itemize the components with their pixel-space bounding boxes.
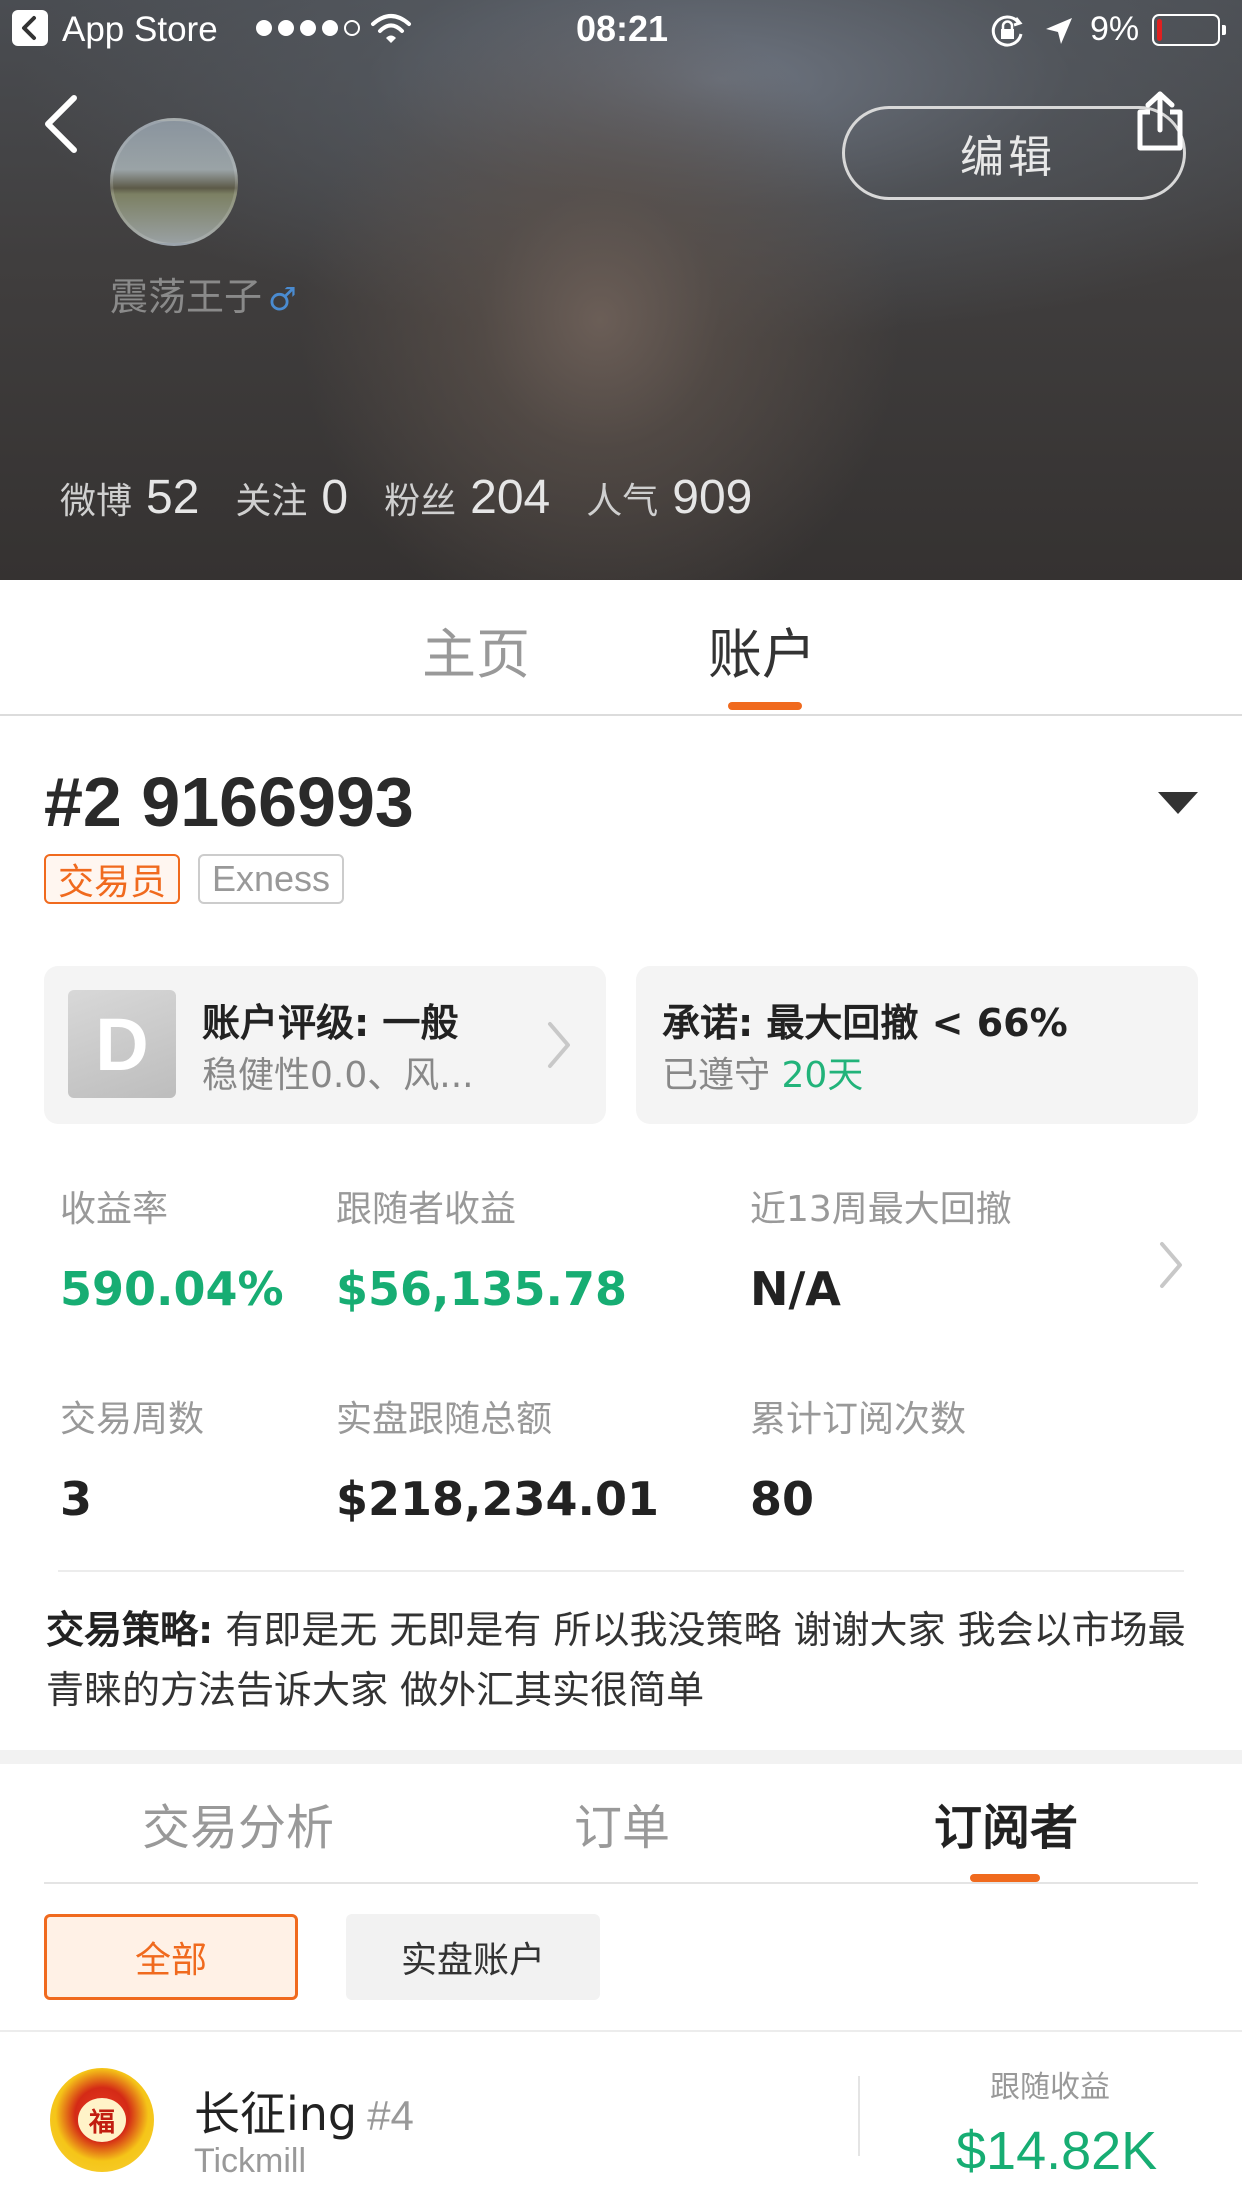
trader-badge: 交易员 [44, 854, 181, 904]
account-number: #2 9166993 [44, 763, 414, 841]
chevron-right-icon[interactable] [1156, 1238, 1186, 1292]
metric-value: 3 [60, 1472, 93, 1526]
metric-total-follow-amount: 实盘跟随总额 $218,234.01 [336, 1390, 659, 1526]
strategy-label: 交易策略: [46, 1608, 214, 1652]
filter-real-account-button[interactable]: 实盘账户 [346, 1914, 600, 2000]
section-divider [58, 1570, 1184, 1572]
promise-title: 承诺: 最大回撤 < 66% [662, 1001, 1068, 1045]
vertical-divider [858, 2076, 860, 2156]
subscriber-name: 长征ing #4 [194, 2078, 414, 2144]
tab-subscribers[interactable]: 订阅者 [934, 1788, 1078, 1858]
strategy-text: 有即是无 无即是有 所以我没策略 谢谢大家 我会以市场最青睐的方法告诉大家 做外… [46, 1608, 1186, 1712]
metric-value: 590.04% [60, 1262, 284, 1316]
stat-following[interactable]: 关注 0 [235, 470, 348, 525]
stat-label: 微博 [60, 481, 133, 522]
section-separator [0, 1750, 1242, 1764]
subscriber-name-text: 长征ing [194, 2087, 358, 2141]
stat-weibo[interactable]: 微博 52 [60, 470, 199, 525]
stat-followers[interactable]: 粉丝 204 [384, 470, 550, 525]
broker-badge: Exness [198, 854, 345, 904]
stat-value: 0 [321, 471, 349, 524]
stat-value: 204 [470, 471, 551, 524]
battery-percent: 9% [1090, 10, 1140, 48]
account-rating-card[interactable]: D 账户评级: 一般 稳健性0.0、风... [44, 966, 606, 1124]
status-bar: App Store 08:21 9% [0, 0, 1242, 60]
wifi-icon [371, 14, 411, 43]
stat-label: 粉丝 [384, 481, 457, 522]
grade-badge: D [68, 990, 176, 1098]
metric-value: N/A [750, 1262, 841, 1316]
stat-popularity[interactable]: 人气 909 [586, 470, 752, 525]
metric-label: 近13周最大回撤 [750, 1189, 1012, 1230]
promise-status: 已遵守 20天 [662, 1046, 863, 1098]
follow-return-value: $14.82K [956, 2121, 1158, 2181]
stat-value: 52 [146, 471, 200, 524]
trading-strategy: 交易策略: 有即是无 无即是有 所以我没策略 谢谢大家 我会以市场最青睐的方法告… [46, 1600, 1206, 1720]
rating-title: 账户评级: 一般 [202, 1001, 459, 1045]
rating-subtitle: 稳健性0.0、风... [202, 1055, 474, 1096]
location-arrow-icon [1046, 18, 1072, 44]
chevron-right-icon [548, 1022, 570, 1068]
main-tabs: 主页 账户 [0, 580, 1242, 716]
profile-header: App Store 08:21 9% 震荡王子 ♂ 编辑 微博 52 关注 0 … [0, 0, 1242, 580]
subscriber-avatar: 福 [50, 2068, 154, 2172]
follow-return-label: 跟随收益 [990, 2070, 1110, 2105]
username: 震荡王子 ♂ [110, 266, 297, 321]
metric-value: $218,234.01 [336, 1472, 660, 1526]
active-tab-indicator [728, 702, 802, 710]
metric-trading-weeks: 交易周数 3 [60, 1390, 204, 1526]
back-to-app-label[interactable]: App Store [62, 10, 218, 50]
filter-all-button[interactable]: 全部 [44, 1914, 298, 2000]
username-text: 震荡王子 [110, 275, 263, 319]
tab-trade-analysis[interactable]: 交易分析 [142, 1788, 334, 1858]
battery-level-fill [1157, 19, 1162, 41]
tab-account[interactable]: 账户 [708, 610, 816, 689]
metric-label: 累计订阅次数 [750, 1399, 967, 1440]
metric-label: 跟随者收益 [336, 1189, 517, 1230]
lucky-bag-icon: 福 [78, 2098, 126, 2142]
metric-value: 80 [750, 1472, 815, 1526]
drawdown-promise-card: 承诺: 最大回撤 < 66% 已遵守 20天 [636, 966, 1198, 1124]
profile-stats: 微博 52 关注 0 粉丝 204 人气 909 [60, 470, 788, 525]
subscriber-rank: #4 [367, 2092, 414, 2139]
back-to-app-icon[interactable] [12, 10, 48, 46]
metric-label: 实盘跟随总额 [336, 1399, 553, 1440]
stat-label: 关注 [235, 481, 308, 522]
signal-strength-icon [256, 20, 360, 36]
tab-home[interactable]: 主页 [422, 610, 530, 689]
metric-label: 交易周数 [60, 1399, 205, 1440]
battery-icon [1152, 14, 1226, 46]
metric-subscription-count: 累计订阅次数 80 [750, 1390, 966, 1526]
clock: 08:21 [576, 8, 669, 49]
user-avatar[interactable] [110, 118, 238, 246]
detail-tabs: 交易分析 订单 订阅者 [44, 1764, 1198, 1884]
tab-orders[interactable]: 订单 [574, 1788, 670, 1858]
metric-follower-profit: 跟随者收益 $56,135.78 [336, 1180, 627, 1316]
male-gender-icon: ♂ [268, 280, 297, 318]
active-tab-indicator [970, 1874, 1040, 1882]
stat-label: 人气 [586, 481, 659, 522]
share-icon[interactable] [1132, 90, 1188, 152]
metric-max-drawdown[interactable]: 近13周最大回撤 N/A [750, 1180, 1012, 1316]
kept-days: 20天 [781, 1055, 864, 1096]
subscriber-broker: Tickmill [194, 2142, 307, 2180]
kept-label: 已遵守 [662, 1055, 771, 1096]
triangle-down-icon[interactable] [1158, 792, 1198, 814]
metric-value: $56,135.78 [336, 1262, 628, 1316]
stat-value: 909 [672, 471, 753, 524]
metric-label: 收益率 [60, 1189, 169, 1230]
metric-return-rate: 收益率 590.04% [60, 1180, 284, 1316]
rotation-lock-icon [991, 15, 1023, 47]
subscriber-row[interactable]: 福 长征ing #4 Tickmill 跟随收益 $14.82K [0, 2032, 1242, 2208]
back-chevron-icon[interactable] [40, 92, 84, 156]
